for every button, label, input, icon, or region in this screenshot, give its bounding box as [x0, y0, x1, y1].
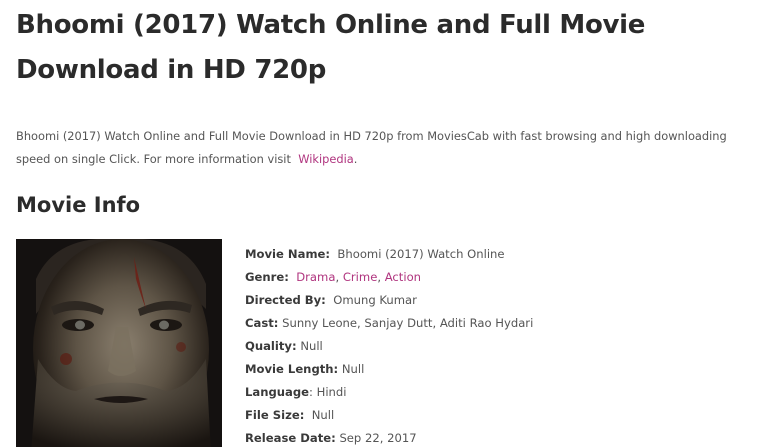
genre-label: Genre: [245, 270, 289, 284]
genre-separator: , [335, 270, 340, 284]
info-release-date: Release Date: Sep 22, 2017 [245, 427, 533, 447]
movie-name-label: Movie Name: [245, 247, 331, 261]
movie-info-list: Movie Name: Bhoomi (2017) Watch Online G… [245, 243, 533, 447]
intro-paragraph: Bhoomi (2017) Watch Online and Full Movi… [16, 125, 751, 171]
director-label: Directed By: [245, 293, 326, 307]
genre-link-drama[interactable]: Drama [296, 270, 335, 284]
movie-poster-image [16, 239, 222, 447]
file-size-label: File Size: [245, 408, 305, 422]
info-length: Movie Length: Null [245, 358, 533, 381]
info-file-size: File Size: Null [245, 404, 533, 427]
intro-end: . [353, 152, 358, 166]
page-title: Bhoomi (2017) Watch Online and Full Movi… [16, 10, 646, 85]
release-date-value: Sep 22, 2017 [339, 431, 417, 445]
director-value: Omung Kumar [333, 293, 417, 307]
info-cast: Cast: Sunny Leone, Sanjay Dutt, Aditi Ra… [245, 312, 533, 335]
length-label: Movie Length: [245, 362, 339, 376]
cast-value: Sunny Leone, Sanjay Dutt, Aditi Rao Hyda… [282, 316, 534, 330]
quality-value: Null [300, 339, 323, 353]
info-language: Language: Hindi [245, 381, 533, 404]
cast-label: Cast: [245, 316, 279, 330]
length-value: Null [341, 362, 365, 376]
file-size-value: Null [311, 408, 335, 422]
info-genre: Genre: Drama, Crime, Action [245, 266, 533, 289]
genre-separator: , [377, 270, 382, 284]
language-value: Hindi [316, 385, 347, 399]
info-movie-name: Movie Name: Bhoomi (2017) Watch Online [245, 243, 533, 266]
info-quality: Quality: Null [245, 335, 533, 358]
genre-link-crime[interactable]: Crime [343, 270, 378, 284]
language-colon: : [309, 385, 313, 399]
info-director: Directed By: Omung Kumar [245, 289, 533, 312]
genre-link-action[interactable]: Action [385, 270, 421, 284]
movie-info-heading: Movie Info [16, 193, 141, 217]
wikipedia-link[interactable]: Wikipedia [298, 152, 354, 166]
intro-text: Bhoomi (2017) Watch Online and Full Movi… [16, 129, 727, 166]
movie-name-value: Bhoomi (2017) Watch Online [337, 247, 505, 261]
quality-label: Quality: [245, 339, 297, 353]
language-label: Language [245, 385, 310, 399]
release-date-label: Release Date: [245, 431, 336, 445]
